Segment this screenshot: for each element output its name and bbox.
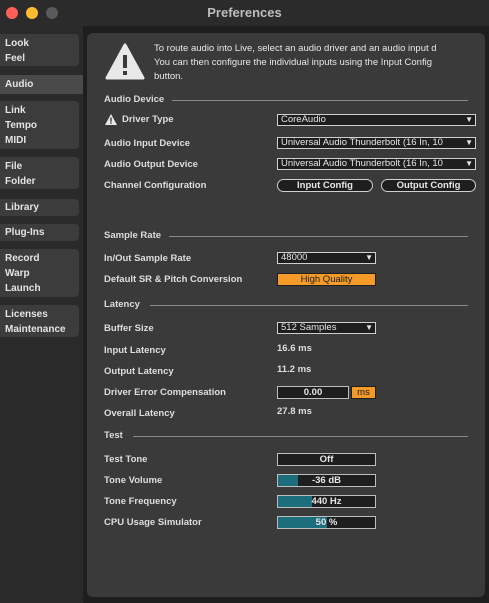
tab-audio[interactable]: Audio — [0, 75, 83, 94]
sample-rate-label: In/Out Sample Rate — [104, 253, 192, 264]
tab-record-warp-launch[interactable]: Record Warp Launch — [0, 249, 79, 297]
section-divider — [150, 305, 468, 306]
tab-label: Tempo — [5, 120, 38, 131]
audio-preferences-panel: To route audio into Live, select an audi… — [87, 33, 485, 597]
tab-label: Launch — [5, 283, 41, 294]
tab-label: Link — [5, 105, 26, 116]
output-config-button[interactable]: Output Config — [381, 179, 476, 192]
info-message: To route audio into Live, select an audi… — [154, 42, 484, 84]
section-heading-sample-rate: Sample Rate — [104, 230, 162, 241]
audio-output-device-value: Universal Audio Thunderbolt (16 In, 10 — [281, 158, 443, 169]
section-heading-audio-device: Audio Device — [104, 94, 165, 105]
driver-error-compensation-label: Driver Error Compensation — [104, 387, 226, 398]
input-latency-value: 16.6 ms — [277, 343, 312, 354]
sample-rate-dropdown[interactable]: 48000 ▼ — [277, 252, 376, 264]
tab-look-feel[interactable]: Look Feel — [0, 34, 79, 66]
output-latency-label: Output Latency — [104, 366, 174, 377]
buffer-size-label: Buffer Size — [104, 323, 154, 334]
window-title: Preferences — [207, 5, 282, 20]
tone-frequency-label: Tone Frequency — [104, 496, 177, 507]
driver-type-label: Driver Type — [122, 114, 174, 125]
title-bar: Preferences — [0, 0, 489, 26]
section-divider — [169, 236, 468, 237]
cpu-usage-simulator-slider[interactable]: 50 % — [277, 516, 376, 529]
section-divider — [133, 436, 468, 437]
tab-label: Library — [5, 202, 39, 213]
chevron-down-icon: ▼ — [464, 138, 473, 148]
tab-label: Folder — [5, 176, 36, 187]
tab-label: Look — [5, 38, 29, 49]
tone-volume-value: -36 dB — [311, 475, 342, 486]
tab-plug-ins[interactable]: Plug-Ins — [0, 224, 79, 241]
test-tone-value: Off — [319, 454, 334, 465]
chevron-down-icon: ▼ — [364, 323, 373, 333]
tone-volume-slider[interactable]: -36 dB — [277, 474, 376, 487]
buffer-size-dropdown[interactable]: 512 Samples ▼ — [277, 322, 376, 334]
tab-label: Maintenance — [5, 324, 66, 335]
overall-latency-label: Overall Latency — [104, 408, 175, 419]
slider-fill — [278, 496, 312, 507]
tone-volume-label: Tone Volume — [104, 475, 163, 486]
section-heading-test: Test — [104, 430, 123, 441]
audio-output-device-dropdown[interactable]: Universal Audio Thunderbolt (16 In, 10 ▼ — [277, 158, 476, 170]
tab-label: MIDI — [5, 135, 27, 146]
input-latency-label: Input Latency — [104, 345, 166, 356]
section-heading-latency: Latency — [104, 299, 140, 310]
compensation-unit-toggle[interactable]: ms — [351, 386, 376, 399]
tab-link-tempo-midi[interactable]: Link Tempo MIDI — [0, 101, 79, 149]
test-tone-label: Test Tone — [104, 454, 148, 465]
driver-type-value: CoreAudio — [281, 114, 326, 125]
driver-warning-icon — [105, 114, 117, 125]
info-line: You can then configure the individual in… — [154, 57, 432, 68]
tab-licenses-maintenance[interactable]: Licenses Maintenance — [0, 305, 79, 337]
driver-type-dropdown[interactable]: CoreAudio ▼ — [277, 114, 476, 126]
chevron-down-icon: ▼ — [364, 253, 373, 263]
section-divider — [172, 100, 468, 101]
sr-pitch-conversion-button[interactable]: High Quality — [277, 273, 376, 286]
overall-latency-value: 27.8 ms — [277, 406, 312, 417]
audio-output-device-label: Audio Output Device — [104, 159, 198, 170]
buffer-size-value: 512 Samples — [281, 322, 337, 333]
info-line: To route audio into Live, select an audi… — [154, 43, 437, 54]
audio-input-device-label: Audio Input Device — [104, 138, 191, 149]
input-config-button[interactable]: Input Config — [277, 179, 373, 192]
driver-error-compensation-field[interactable]: 0.00 — [277, 386, 349, 399]
tab-label: Audio — [5, 79, 34, 90]
tone-frequency-value: 440 Hz — [311, 496, 342, 507]
channel-configuration-label: Channel Configuration — [104, 180, 207, 191]
driver-error-compensation-value: 0.00 — [303, 387, 323, 398]
info-line: button. — [154, 71, 184, 82]
sample-rate-value: 48000 — [281, 252, 308, 263]
test-tone-toggle[interactable]: Off — [277, 453, 376, 466]
tone-frequency-slider[interactable]: 440 Hz — [277, 495, 376, 508]
tab-label: Licenses — [5, 309, 48, 320]
chevron-down-icon: ▼ — [464, 159, 473, 169]
cpu-usage-simulator-label: CPU Usage Simulator — [104, 517, 202, 528]
tab-label: File — [5, 161, 23, 172]
tab-label: Plug-Ins — [5, 227, 45, 238]
tab-label: Record — [5, 253, 40, 264]
audio-input-device-dropdown[interactable]: Universal Audio Thunderbolt (16 In, 10 ▼ — [277, 137, 476, 149]
output-latency-value: 11.2 ms — [277, 364, 312, 375]
warning-icon — [105, 43, 145, 80]
tab-label: Warp — [5, 268, 30, 279]
tab-library[interactable]: Library — [0, 199, 79, 216]
cpu-usage-simulator-value: 50 % — [315, 517, 338, 528]
sr-pitch-conversion-label: Default SR & Pitch Conversion — [104, 274, 243, 285]
slider-fill — [278, 475, 299, 486]
chevron-down-icon: ▼ — [464, 115, 473, 125]
audio-input-device-value: Universal Audio Thunderbolt (16 In, 10 — [281, 137, 443, 148]
sidebar: Look Feel Audio Link Tempo MIDI File Fol… — [0, 26, 83, 603]
tab-label: Feel — [5, 53, 26, 64]
tab-file-folder[interactable]: File Folder — [0, 157, 79, 189]
